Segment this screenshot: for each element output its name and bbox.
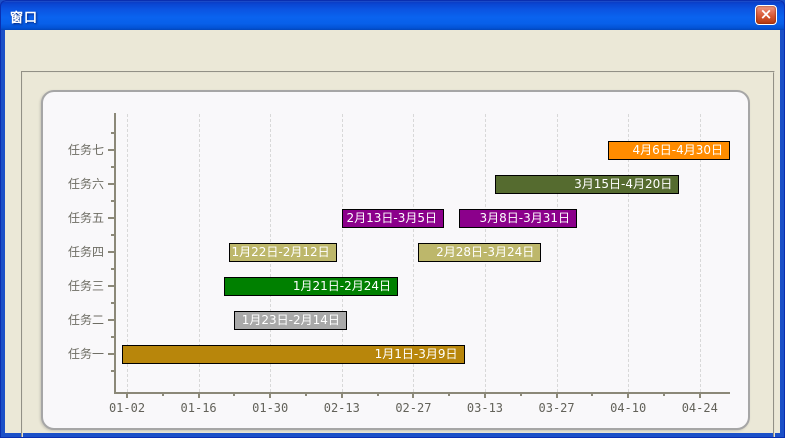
- row-label: 任务五: [42, 209, 104, 226]
- x-tick-label: 04-10: [605, 401, 651, 415]
- x-tick-label: 03-27: [534, 401, 580, 415]
- x-axis: [114, 392, 730, 394]
- app-window: 窗口 × 01-02 01-16 01-30 02-13 02-27 03-13 03-27…: [0, 0, 785, 438]
- row-label: 任务七: [42, 141, 104, 158]
- x-tick-label: 03-13: [462, 401, 508, 415]
- row-label: 任务一: [42, 345, 104, 362]
- row-label: 任务六: [42, 175, 104, 192]
- gantt-bar: 2月13日-3月5日: [342, 209, 444, 228]
- close-button[interactable]: ×: [755, 5, 777, 25]
- x-gridline: [557, 114, 558, 392]
- gantt-bar: 3月8日-3月31日: [459, 209, 577, 228]
- x-tick-label: 02-13: [319, 401, 365, 415]
- gantt-bar: 4月6日-4月30日: [608, 141, 730, 160]
- y-axis: [114, 113, 116, 394]
- gantt-bar: 1月1日-3月9日: [122, 345, 465, 364]
- x-tick-label: 04-24: [677, 401, 723, 415]
- x-tick-label: 02-27: [390, 401, 436, 415]
- window-title: 窗口: [10, 7, 38, 26]
- row-label: 任务三: [42, 277, 104, 294]
- x-tick-label: 01-30: [247, 401, 293, 415]
- x-tick-label: 01-16: [176, 401, 222, 415]
- x-tick-label: 01-02: [104, 401, 150, 415]
- title-bar[interactable]: 窗口 ×: [0, 0, 785, 30]
- gantt-bar: 3月15日-4月20日: [495, 175, 679, 194]
- row-label: 任务四: [42, 243, 104, 260]
- gantt-bar: 1月23日-2月14日: [234, 311, 347, 330]
- gantt-bar: 1月21日-2月24日: [224, 277, 398, 296]
- row-label: 任务二: [42, 311, 104, 328]
- gantt-bar: 1月22日-2月12日: [229, 243, 336, 262]
- chart-panel: 01-02 01-16 01-30 02-13 02-27 03-13 03-27 04-10…: [41, 90, 750, 430]
- gantt-bar: 2月28日-3月24日: [418, 243, 541, 262]
- gantt-chart: 01-02 01-16 01-30 02-13 02-27 03-13 03-27 04-10…: [43, 92, 748, 428]
- close-icon: ×: [760, 5, 773, 23]
- window-content: 01-02 01-16 01-30 02-13 02-27 03-13 03-27 04-10…: [5, 30, 780, 433]
